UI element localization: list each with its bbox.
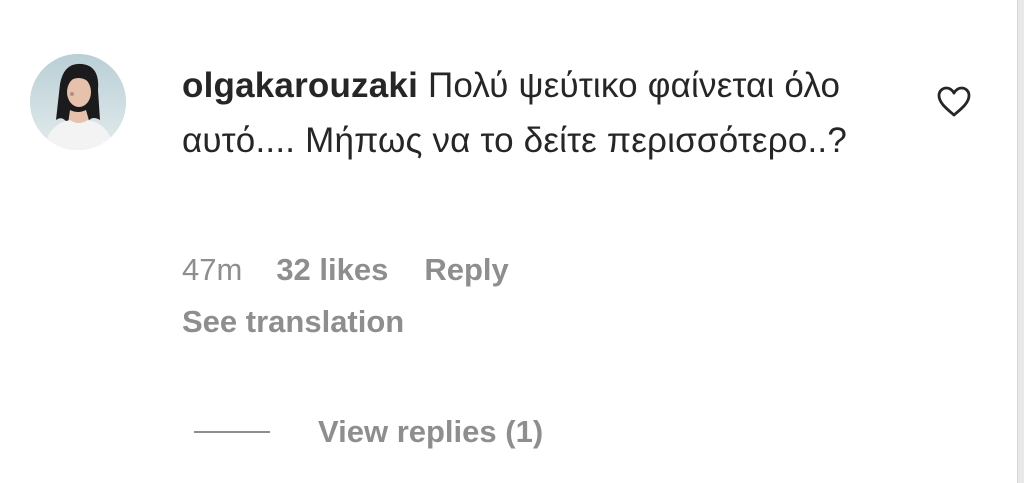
replies-divider-line — [194, 431, 270, 433]
likes-count[interactable]: 32 likes — [276, 252, 388, 288]
comment-username[interactable]: olgakarouzaki — [182, 66, 418, 105]
scrollbar-edge — [1017, 0, 1024, 483]
comment-body: olgakarouzaki Πολύ ψεύτικο φαίνεται όλο … — [182, 58, 882, 168]
view-replies-button[interactable]: View replies (1) — [194, 410, 543, 454]
reply-button[interactable]: Reply — [424, 252, 508, 288]
like-button[interactable] — [934, 82, 974, 120]
heart-outline-icon — [937, 86, 971, 117]
comment-age: 47m — [182, 252, 243, 287]
view-replies-label: View replies (1) — [318, 414, 544, 449]
see-translation-link[interactable]: See translation — [182, 304, 404, 340]
user-avatar[interactable] — [30, 54, 126, 150]
avatar-photo — [30, 54, 126, 150]
comment-meta: 47m 32 likes Reply — [182, 252, 509, 288]
